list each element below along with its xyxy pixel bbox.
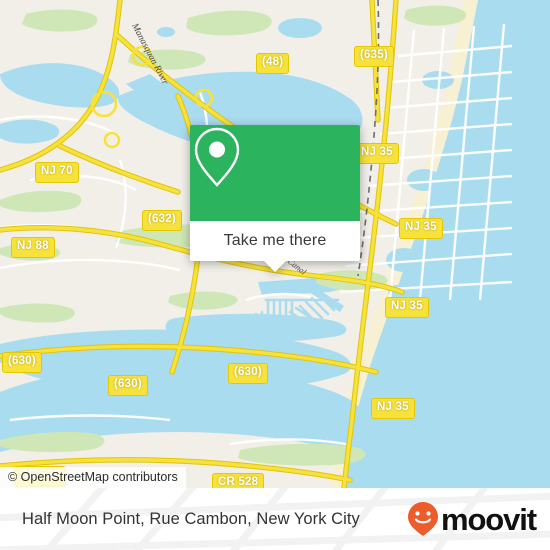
- road-shield-630-mid[interactable]: (630): [108, 375, 148, 396]
- road-shield-nj-35-center[interactable]: NJ 35: [385, 297, 429, 318]
- popup-pointer-tail: [264, 261, 286, 272]
- popup-action-bar[interactable]: Take me there: [190, 221, 360, 272]
- footer-bar: Half Moon Point, Rue Cambon, New York Ci…: [0, 488, 550, 550]
- place-title: Half Moon Point, Rue Cambon, New York Ci…: [22, 509, 360, 528]
- take-me-there-label: Take me there: [223, 232, 327, 249]
- road-shield-635[interactable]: (635): [354, 46, 394, 67]
- moovit-pin-icon: [407, 502, 438, 536]
- moovit-logo[interactable]: moovit: [407, 501, 537, 537]
- road-shield-nj-35-mid[interactable]: NJ 35: [399, 218, 443, 239]
- road-shield-632[interactable]: (632): [142, 210, 182, 231]
- road-shield-nj-35-north[interactable]: NJ 35: [355, 143, 399, 164]
- moovit-wordmark: moovit: [440, 501, 537, 537]
- road-shield-630-east[interactable]: (630): [228, 363, 268, 384]
- road-shield-nj-88[interactable]: NJ 88: [11, 237, 55, 258]
- road-shield-nj-70[interactable]: NJ 70: [35, 162, 79, 183]
- map-canvas[interactable]: Manasquan River Canal (48) (635) NJ 70 N…: [0, 0, 550, 488]
- road-shield-48[interactable]: (48): [256, 53, 290, 74]
- road-shield-cr-528-east[interactable]: CR 528: [212, 473, 265, 488]
- map-pin-icon: [194, 127, 240, 187]
- road-shield-nj-35-south[interactable]: NJ 35: [371, 398, 415, 419]
- osm-attribution[interactable]: © OpenStreetMap contributors: [0, 467, 186, 488]
- map-screenshot: Manasquan River Canal (48) (635) NJ 70 N…: [0, 0, 550, 550]
- popup-image-panel: [190, 125, 360, 221]
- location-popup-card[interactable]: Take me there: [190, 125, 360, 272]
- road-shield-630-west[interactable]: (630): [2, 352, 42, 373]
